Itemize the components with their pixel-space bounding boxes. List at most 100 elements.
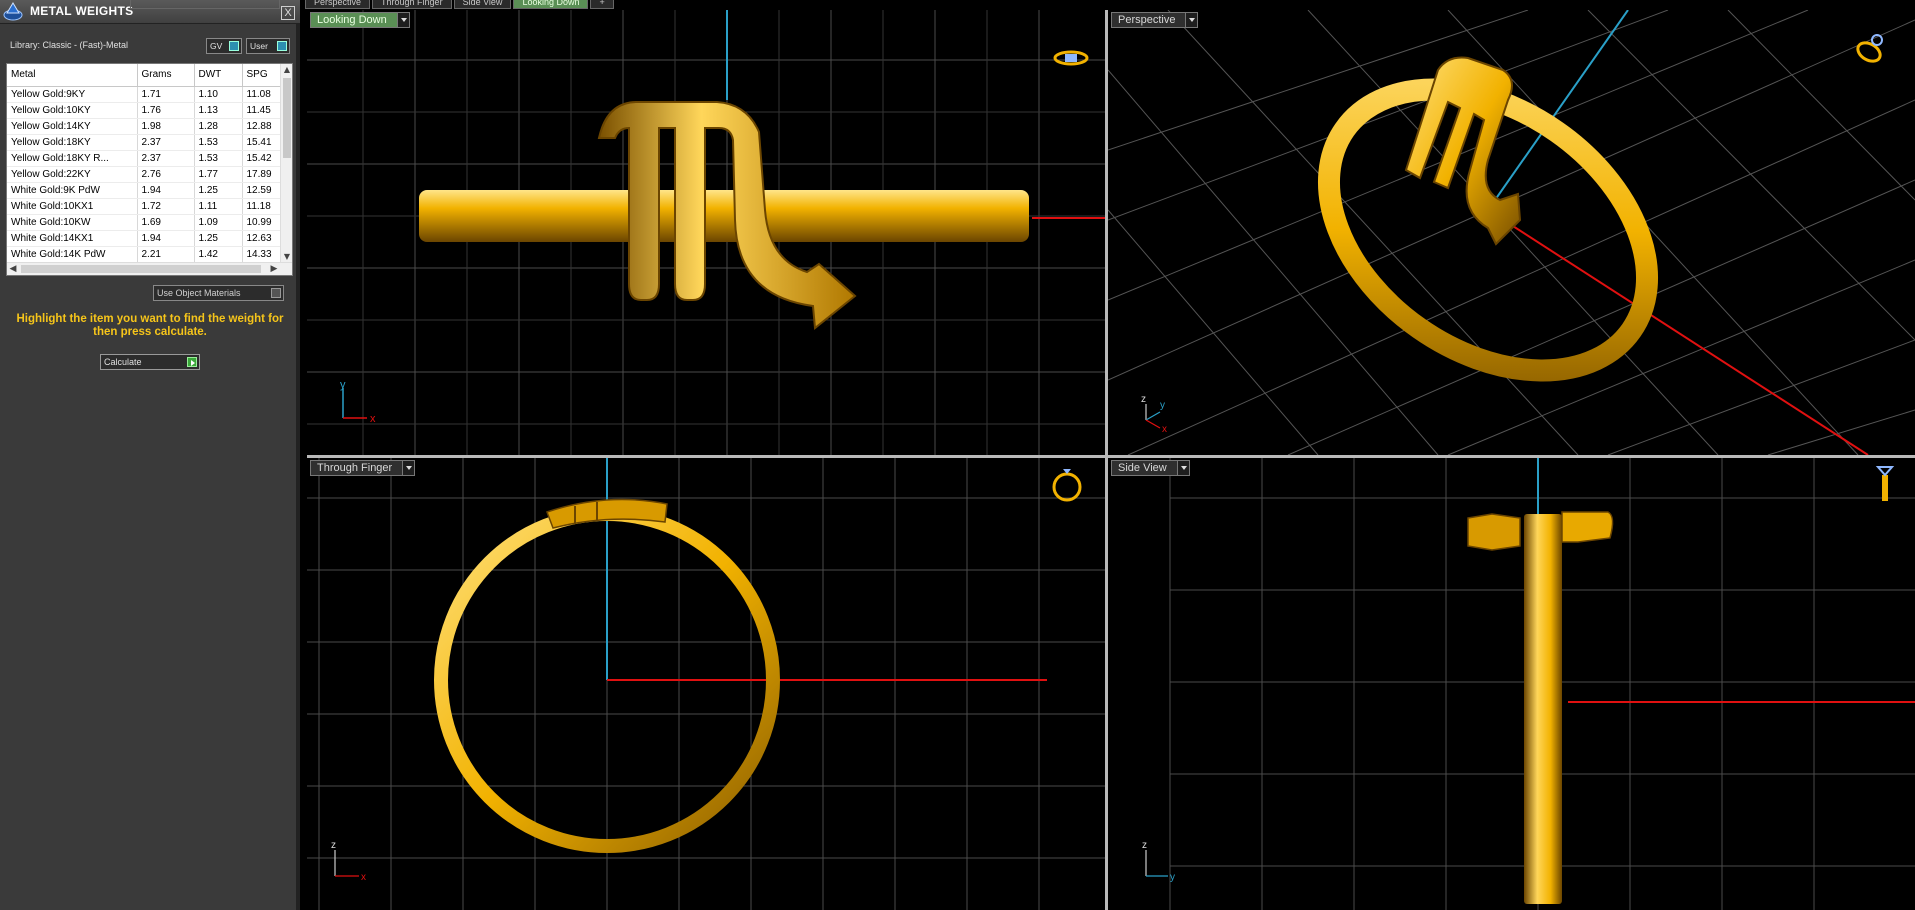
library-label: Library: Classic - (Fast)-Metal [10, 40, 129, 50]
axis-label-y: y [340, 379, 346, 391]
axis-label-y: y [1160, 400, 1165, 411]
tab-looking-down[interactable]: Looking Down [513, 0, 589, 9]
chevron-down-icon[interactable] [1185, 13, 1198, 27]
use-object-materials-toggle[interactable]: Use Object Materials [153, 285, 284, 301]
grams-cell: 1.72 [137, 198, 195, 215]
ring-band-side-view [1524, 514, 1562, 904]
metal-name-cell: White Gold:9K PdW [7, 182, 138, 199]
table-row[interactable]: Yellow Gold:10KY 1.76 1.13 11.45 [7, 102, 283, 119]
ring-orientation-icon[interactable] [1853, 30, 1889, 70]
scroll-thumb-horizontal[interactable] [21, 265, 261, 273]
viewport-label-side-view[interactable]: Side View [1111, 460, 1190, 476]
column-header-grams[interactable]: Grams [137, 64, 195, 87]
ring-orientation-icon[interactable] [1053, 38, 1089, 78]
viewport-label-text: Looking Down [317, 14, 387, 26]
column-header-dwt[interactable]: DWT [194, 64, 243, 87]
metal-name-cell: Yellow Gold:18KY [7, 134, 138, 151]
app-logo-icon [3, 2, 23, 21]
chevron-down-icon[interactable] [402, 461, 415, 475]
looking-down-scene [307, 10, 1105, 455]
perspective-grid [1108, 10, 1915, 455]
scroll-thumb[interactable] [283, 78, 291, 158]
dwt-cell: 1.11 [194, 198, 243, 215]
table-row[interactable]: White Gold:9K PdW 1.94 1.25 12.59 [7, 182, 283, 199]
viewport-label-through-finger[interactable]: Through Finger [310, 460, 416, 476]
spg-cell: 17.89 [242, 166, 283, 183]
table-row[interactable]: White Gold:14KX1 1.94 1.25 12.63 [7, 230, 283, 247]
add-tab-button[interactable]: + [590, 0, 614, 9]
dwt-cell: 1.77 [194, 166, 243, 183]
grams-cell: 2.37 [137, 134, 195, 151]
table-row[interactable]: White Gold:10KW 1.69 1.09 10.99 [7, 214, 283, 231]
gv-toggle[interactable]: GV [206, 38, 242, 54]
metal-weights-table: Metal Grams DWT SPG Yellow Gold:9KY 1.71 1… [7, 64, 283, 263]
chevron-down-icon[interactable] [1176, 461, 1189, 475]
scroll-right-icon[interactable]: ▶ [268, 263, 280, 275]
panel-title: METAL WEIGHTS [30, 4, 134, 18]
side-view-scene [1169, 458, 1915, 910]
scorpio-symbol-right-side [1561, 511, 1614, 543]
scroll-up-icon[interactable]: ▲ [281, 64, 292, 76]
dwt-cell: 1.28 [194, 118, 243, 135]
spg-cell: 11.08 [242, 86, 283, 103]
dwt-cell: 1.42 [194, 246, 243, 263]
column-header-spg[interactable]: SPG [242, 64, 283, 87]
spg-cell: 15.41 [242, 134, 283, 151]
dwt-cell: 1.53 [194, 150, 243, 167]
table-row[interactable]: White Gold:10KX1 1.72 1.11 11.18 [7, 198, 283, 215]
tab-side-view[interactable]: Side View [453, 0, 512, 9]
table-row[interactable]: Yellow Gold:14KY 1.98 1.28 12.88 [7, 118, 283, 135]
spg-cell: 12.88 [242, 118, 283, 135]
grams-cell: 1.94 [137, 230, 195, 247]
viewport-tab-bar: Perspective Through Finger Side View Loo… [305, 0, 616, 9]
tab-perspective[interactable]: Perspective [305, 0, 371, 9]
scorpio-symbol-left-side [1467, 513, 1521, 551]
dwt-cell: 1.09 [194, 214, 243, 231]
metal-weights-table-container: Metal Grams DWT SPG Yellow Gold:9KY 1.71 1… [6, 63, 293, 276]
ring-orientation-icon[interactable] [1868, 463, 1904, 503]
metal-table-body: Yellow Gold:9KY 1.71 1.10 11.08 Yellow Gold:… [7, 86, 283, 263]
viewport-label-looking-down[interactable]: Looking Down [310, 12, 410, 28]
axis-gizmo-icon: y x [340, 379, 376, 422]
axis-label-x: x [361, 872, 366, 882]
axis-gizmo-icon: z y x [1141, 394, 1167, 434]
table-vertical-scrollbar[interactable]: ▲ ▼ [280, 64, 292, 263]
spg-cell: 14.33 [242, 246, 283, 263]
metal-name-cell: White Gold:10KX1 [7, 198, 138, 215]
viewport-side-view[interactable]: Side View z y [1108, 458, 1915, 910]
column-header-metal[interactable]: Metal [7, 64, 138, 87]
through-finger-scene [307, 458, 1105, 910]
user-toggle[interactable]: User [246, 38, 290, 54]
table-row[interactable]: White Gold:14K PdW 2.21 1.42 14.33 [7, 246, 283, 263]
metal-name-cell: Yellow Gold:22KY [7, 166, 138, 183]
grams-cell: 1.98 [137, 118, 195, 135]
calculate-button[interactable]: Calculate [100, 354, 200, 370]
table-row[interactable]: Yellow Gold:22KY 2.76 1.77 17.89 [7, 166, 283, 183]
metal-weights-panel: METAL WEIGHTS X Library: Classic - (Fast… [0, 0, 300, 910]
chevron-down-icon[interactable] [396, 13, 409, 27]
perspective-scene [1108, 10, 1915, 455]
spg-cell: 11.18 [242, 198, 283, 215]
axis-gizmo-icon: z x [331, 840, 366, 882]
gv-toggle-label: GV [210, 41, 223, 51]
viewport-through-finger[interactable]: Through Finger z x [307, 458, 1105, 910]
close-button[interactable]: X [281, 6, 295, 20]
ring-orientation-icon[interactable] [1049, 463, 1085, 503]
table-row[interactable]: Yellow Gold:18KY 2.37 1.53 15.41 [7, 134, 283, 151]
viewport-label-text: Side View [1118, 462, 1167, 474]
table-horizontal-scrollbar[interactable]: ◀ ▶ [7, 262, 292, 275]
viewport-perspective[interactable]: Perspective z y x [1108, 10, 1915, 455]
scroll-left-icon[interactable]: ◀ [7, 263, 19, 275]
user-toggle-label: User [250, 41, 268, 51]
viewport-looking-down[interactable]: Looking Down y x [307, 10, 1105, 455]
viewport-label-perspective[interactable]: Perspective [1111, 12, 1199, 28]
tab-through-finger[interactable]: Through Finger [372, 0, 452, 9]
axis-gizmo-icon: z y [1142, 840, 1175, 882]
table-row[interactable]: Yellow Gold:9KY 1.71 1.10 11.08 [7, 86, 283, 103]
viewport-label-text: Through Finger [317, 462, 393, 474]
grid-lines [307, 458, 1105, 910]
use-object-materials-label: Use Object Materials [157, 288, 241, 298]
panel-title-bar[interactable]: METAL WEIGHTS X [0, 0, 300, 24]
table-row[interactable]: Yellow Gold:18KY R... 2.37 1.53 15.42 [7, 150, 283, 167]
grams-cell: 2.76 [137, 166, 195, 183]
